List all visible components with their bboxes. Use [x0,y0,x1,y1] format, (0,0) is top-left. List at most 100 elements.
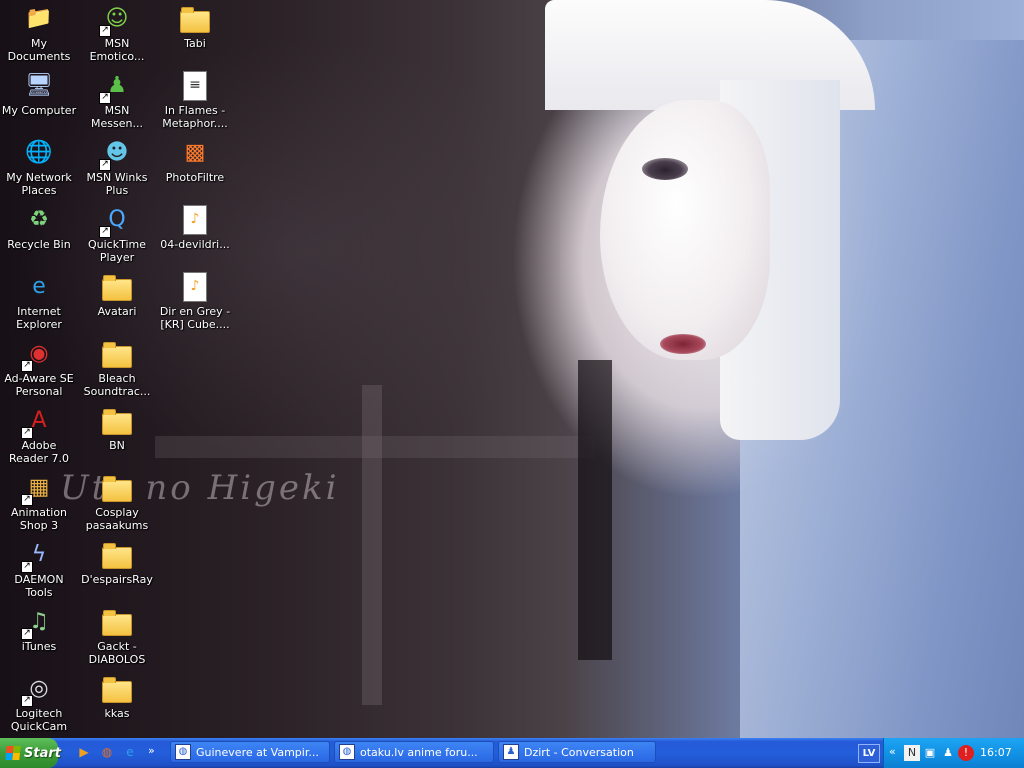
desktop-icon-label: Avatari [97,305,137,318]
desktop-icon[interactable]: e Internet Explorer [0,271,78,331]
network-tray-icon[interactable]: ▣ [922,745,938,761]
winamp-tray-icon[interactable]: N [904,745,920,761]
desktop-icon[interactable]: kkas [78,673,156,720]
taskbar-window-button[interactable]: ♟ Dzirt - Conversation [498,741,656,763]
msn-messenger-icon: ♟ [503,744,519,760]
network-places-icon: 🌐 [25,140,53,165]
media-file-icon: ♪ [179,271,211,303]
folder-icon [101,539,133,571]
desktop-icon-label: Dir en Grey - [KR] Cube.... [159,305,231,331]
desktop-icon[interactable]: ♻ Recycle Bin [0,204,78,251]
wallpaper-lips [660,334,706,354]
clock[interactable]: 16:07 [980,746,1012,759]
msn-tray-icon[interactable]: ♟ [940,745,956,761]
shortcut-arrow-icon: ↗ [99,25,111,37]
desktop-icon[interactable]: ☺ ↗ MSN Emotico... [78,3,156,63]
desktop-icon-label: Animation Shop 3 [10,506,68,532]
desktop-icon[interactable]: ◉ ↗ Ad-Aware SE Personal [0,338,78,398]
shortcut-arrow-icon: ↗ [21,561,33,573]
desktop-icon[interactable]: Avatari [78,271,156,318]
taskbar-window-button[interactable]: ◍ otaku.lv anime foru... [334,741,494,763]
msn-emoticons-icon: ☺ ↗ [99,3,133,37]
taskbar: Start ▶ ◍ e » ◍ Guinevere at Vampir... ◍ otak… [0,738,1024,768]
desktop-icon[interactable]: ♟ ↗ MSN Messen... [78,70,156,130]
webcam-icon: ◎ ↗ [21,673,55,707]
desktop-icon-label: Internet Explorer [16,305,62,331]
shortcut-arrow-icon: ↗ [99,92,111,104]
shortcut-arrow-icon: ↗ [21,360,33,372]
desktop-icon[interactable]: 📁 My Documents [0,3,78,63]
desktop-icon-label: Recycle Bin [7,238,71,251]
desktop-icon-label: 04-devildri... [160,238,230,251]
folder-icon [101,606,133,638]
wallpaper-cross-vertical [362,385,382,705]
desktop-icon-label: DAEMON Tools [14,573,64,599]
desktop-icon[interactable]: ♪ 04-devildri... [156,204,234,251]
wallpaper-cross-dark [578,360,612,660]
desktop-icon[interactable]: Gackt - DIABOLOS [78,606,156,666]
desktop-icon[interactable]: D'espairsRay [78,539,156,586]
msn-messenger-icon: ♟ ↗ [99,70,133,104]
taskbar-window-button[interactable]: ◍ Guinevere at Vampir... [170,741,330,763]
desktop-icon[interactable]: BN [78,405,156,452]
desktop-icon[interactable]: ▦ ↗ Animation Shop 3 [0,472,78,532]
my-documents-icon: 📁 [25,6,53,31]
folder-icon [101,271,133,303]
desktop-icon[interactable]: A ↗ Adobe Reader 7.0 [0,405,78,465]
media-player-quick-launch-icon[interactable]: ▶ [75,743,93,761]
desktop-icon-label: BN [109,439,125,452]
desktop-icon-label: My Network Places [6,171,72,197]
taskbar-window-label: otaku.lv anime foru... [360,745,478,759]
wallpaper-face [600,100,770,360]
desktop-icon-label: iTunes [21,640,57,653]
desktop-icon-label: MSN Emotico... [89,37,145,63]
firefox-quick-launch-icon[interactable]: ◍ [98,743,116,761]
desktop-icon[interactable]: Tabi [156,3,234,50]
text-document-icon: ≡ [179,70,211,102]
language-indicator[interactable]: LV [858,744,880,763]
shortcut-arrow-icon: ↗ [21,628,33,640]
firefox-icon: ◍ [339,744,355,760]
desktop-icon[interactable]: ☻ ↗ MSN Winks Plus [78,137,156,197]
desktop-icon-label: Cosplay pasaakums [85,506,149,532]
media-file-icon: ♪ [179,204,211,236]
windows-flag-icon [5,746,21,760]
desktop-icon[interactable]: Q ↗ QuickTime Player [78,204,156,264]
desktop-icon-label: Adobe Reader 7.0 [9,439,69,465]
desktop-icon[interactable]: 🌐 My Network Places [0,137,78,197]
desktop-icon[interactable]: ♫ ↗ iTunes [0,606,78,653]
desktop-icon-label: Tabi [184,37,206,50]
desktop-icon-label: My Computer [1,104,77,117]
folder-icon [101,673,133,705]
folder-icon [179,3,211,35]
adobe-reader-icon: A ↗ [21,405,55,439]
tray-expand-button[interactable]: « [889,745,896,758]
shortcut-arrow-icon: ↗ [99,226,111,238]
desktop-icon-label: Bleach Soundtrac... [83,372,151,398]
msn-winks-icon: ☻ ↗ [99,137,133,171]
desktop-icon[interactable]: Bleach Soundtrac... [78,338,156,398]
desktop-icon-label: kkas [104,707,130,720]
photofiltre-icon: ▩ [184,140,206,165]
quick-launch-more-button[interactable]: » [148,744,155,757]
antivirus-tray-icon[interactable]: ! [958,745,974,761]
desktop-icon-label: Ad-Aware SE Personal [4,372,74,398]
desktop-icon-label: Logitech QuickCam [10,707,68,733]
start-button[interactable]: Start [0,738,61,768]
shortcut-arrow-icon: ↗ [99,159,111,171]
desktop-icon[interactable]: 🖥 My Computer [0,70,78,117]
shortcut-arrow-icon: ↗ [21,695,33,707]
itunes-icon: ♫ ↗ [21,606,55,640]
desktop-icon[interactable]: ♪ Dir en Grey - [KR] Cube.... [156,271,234,331]
internet-explorer-icon: e [32,274,46,299]
desktop-icon[interactable]: ≡ In Flames - Metaphor.... [156,70,234,130]
start-label: Start [24,745,61,761]
desktop-icon[interactable]: Cosplay pasaakums [78,472,156,532]
internet-explorer-quick-launch-icon[interactable]: e [121,743,139,761]
desktop-icon[interactable]: ▩ PhotoFiltre [156,137,234,184]
desktop-icon[interactable]: ◎ ↗ Logitech QuickCam [0,673,78,733]
desktop-icon-label: Gackt - DIABOLOS [88,640,146,666]
taskbar-window-label: Guinevere at Vampir... [196,745,319,759]
quicktime-icon: Q ↗ [99,204,133,238]
desktop-icon[interactable]: ϟ ↗ DAEMON Tools [0,539,78,599]
